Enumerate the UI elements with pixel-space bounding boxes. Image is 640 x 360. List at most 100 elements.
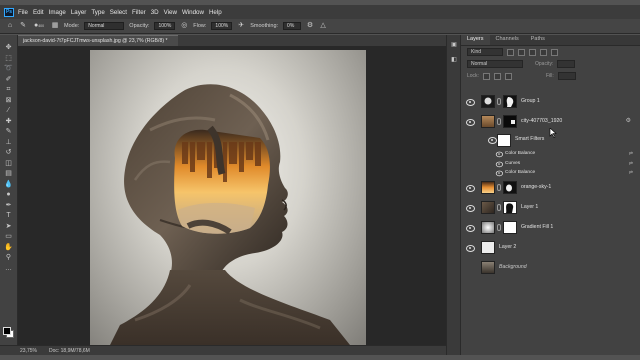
lock-all-icon[interactable] [504, 72, 512, 80]
opacity-field[interactable]: 100% [154, 22, 176, 30]
menu-layer[interactable]: Layer [71, 9, 86, 16]
home-icon[interactable]: ⌂ [6, 22, 14, 30]
tab-layers[interactable]: Layers [461, 35, 490, 45]
filter-type-icon[interactable] [529, 48, 536, 56]
fill-field[interactable] [557, 72, 576, 80]
layer-row[interactable]: Background [461, 258, 640, 278]
link-icon[interactable] [497, 118, 501, 125]
smart-object-options-icon[interactable]: ⚙ [626, 117, 631, 124]
flow-field[interactable]: 100% [211, 22, 233, 30]
lock-pixels-icon[interactable] [482, 72, 490, 80]
document-tab[interactable]: jackson-david-7t7pFCJTmws-unsplash.jpg @… [18, 35, 178, 46]
layer-row[interactable]: Gradient Fill 1 [461, 218, 640, 238]
eye-icon[interactable] [466, 119, 475, 126]
tab-channels[interactable]: Channels [490, 35, 525, 45]
eye-icon[interactable] [466, 184, 475, 192]
zoom-level[interactable]: 23,75% [20, 348, 37, 354]
tab-paths[interactable]: Paths [525, 35, 551, 45]
layer-row[interactable]: orange-sky-1 [461, 178, 640, 198]
menu-filter[interactable]: Filter [132, 9, 146, 16]
foreground-color-swatch[interactable] [3, 327, 11, 335]
eraser-tool-icon[interactable]: ◫ [4, 159, 14, 168]
brush-preset-icon[interactable]: ●400 [32, 22, 46, 30]
layer-row[interactable]: Layer 1 [461, 198, 640, 218]
link-icon[interactable] [497, 203, 501, 211]
stamp-tool-icon[interactable]: ⊥ [4, 138, 14, 147]
lock-position-icon[interactable] [493, 72, 501, 80]
menu-3d[interactable]: 3D [151, 9, 159, 16]
filter-blending-options-icon[interactable]: ⇌ [629, 170, 633, 176]
eye-icon[interactable] [488, 137, 497, 144]
eyedropper-tool-icon[interactable]: ⁄ [4, 106, 14, 115]
layer-opacity-field[interactable] [557, 60, 576, 68]
smart-filter-item[interactable]: Curves ⇌ [461, 159, 640, 169]
smart-filter-name[interactable]: Color Balance [505, 151, 535, 156]
history-brush-icon[interactable]: ↺ [4, 148, 14, 157]
hand-tool-icon[interactable]: ✋ [4, 243, 14, 252]
filter-blending-options-icon[interactable]: ⇌ [629, 151, 633, 157]
smoothing-settings-icon[interactable]: ⚙ [306, 22, 314, 30]
layer-row[interactable]: Layer 2 [461, 238, 640, 258]
crop-tool-icon[interactable]: ⌗ [4, 85, 14, 94]
menu-view[interactable]: View [164, 9, 177, 16]
filter-kind-select[interactable]: Kind [467, 48, 503, 56]
menu-help[interactable]: Help [209, 9, 222, 16]
smoothing-field[interactable]: 0% [283, 22, 302, 30]
link-icon[interactable] [497, 98, 501, 105]
eye-icon[interactable] [466, 204, 475, 212]
eye-icon[interactable] [495, 161, 504, 167]
layer-name[interactable]: Layer 2 [499, 244, 516, 250]
frame-tool-icon[interactable]: ⊠ [4, 96, 14, 105]
layer-name[interactable]: Group 1 [521, 98, 540, 104]
eye-icon[interactable] [495, 151, 504, 158]
menu-window[interactable]: Window [182, 9, 204, 16]
angle-icon[interactable]: △ [319, 22, 327, 30]
more-tools-icon[interactable]: … [4, 264, 14, 273]
layer-name[interactable]: Layer 1 [521, 204, 538, 210]
menu-edit[interactable]: Edit [33, 9, 44, 16]
canvas-area[interactable] [18, 46, 446, 345]
airbrush-icon[interactable]: ✈ [237, 22, 245, 30]
menu-select[interactable]: Select [110, 9, 127, 16]
smart-filter-name[interactable]: Color Balance [505, 170, 535, 175]
layer-name[interactable]: Smart Filters [515, 136, 544, 142]
history-panel-icon[interactable]: ▣ [449, 41, 459, 50]
layer-name[interactable]: Gradient Fill 1 [521, 224, 553, 230]
type-tool-icon[interactable]: T [4, 211, 14, 220]
filter-adjustment-icon[interactable] [518, 48, 525, 56]
artwork-canvas[interactable] [90, 50, 366, 345]
brush-tool-icon[interactable]: ✎ [19, 22, 27, 30]
healing-tool-icon[interactable]: ✚ [4, 117, 14, 126]
pressure-opacity-icon[interactable]: ◎ [180, 22, 188, 30]
path-select-tool-icon[interactable]: ➤ [4, 222, 14, 231]
layer-name[interactable]: orange-sky-1 [521, 184, 551, 190]
marquee-tool-icon[interactable]: ⬚ [4, 54, 14, 63]
dodge-tool-icon[interactable]: ● [4, 190, 14, 199]
filter-blending-options-icon[interactable]: ⇌ [629, 161, 633, 167]
gradient-tool-icon[interactable]: ▤ [4, 169, 14, 178]
blend-mode-select[interactable]: Normal [467, 60, 523, 68]
quick-select-tool-icon[interactable]: ✐ [4, 75, 14, 84]
move-tool-icon[interactable]: ✥ [4, 43, 14, 52]
properties-panel-icon[interactable]: ◧ [449, 56, 459, 65]
smart-filter-item[interactable]: Color Balance ⇌ [461, 149, 640, 159]
lasso-tool-icon[interactable]: ➰ [4, 64, 14, 73]
link-icon[interactable] [497, 223, 501, 231]
blur-tool-icon[interactable]: 💧 [4, 180, 14, 189]
layer-name[interactable]: city-407703_1920 [521, 118, 562, 124]
filter-smart-icon[interactable] [551, 48, 558, 56]
eye-icon[interactable] [466, 244, 475, 252]
eye-icon[interactable] [495, 170, 504, 177]
pen-tool-icon[interactable]: ✒ [4, 201, 14, 210]
smart-filter-item[interactable]: Color Balance ⇌ [461, 168, 640, 178]
brush-settings-icon[interactable]: ▦ [51, 22, 59, 30]
eye-icon[interactable] [466, 224, 475, 232]
menu-image[interactable]: Image [49, 9, 66, 16]
mode-select[interactable]: Normal [84, 22, 125, 30]
zoom-tool-icon[interactable]: ⚲ [4, 253, 14, 262]
menu-file[interactable]: File [18, 9, 28, 16]
eye-icon[interactable] [466, 265, 474, 271]
brush-tool-icon-side[interactable]: ✎ [4, 127, 14, 136]
filter-shape-icon[interactable] [540, 48, 547, 56]
layer-name[interactable]: Background [499, 264, 527, 270]
